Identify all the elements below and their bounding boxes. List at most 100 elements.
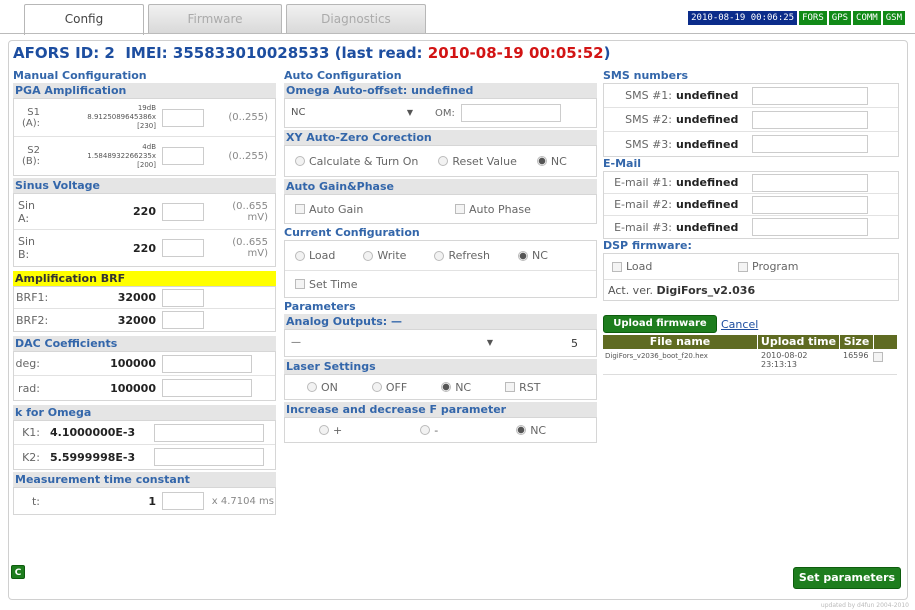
dsp-program-checkbox[interactable]: Program [738, 260, 798, 273]
k-omega-title: k for Omega [13, 405, 276, 420]
radio-icon [295, 250, 305, 261]
radio-icon [420, 425, 431, 435]
col-file-name: File name [649, 335, 711, 348]
s2-db: 4dB [142, 142, 156, 151]
analog-select[interactable]: — ▼ [291, 334, 499, 352]
incdec-nc-radio[interactable]: NC [516, 424, 546, 437]
radio-icon [295, 156, 305, 166]
firmware-table-row: DigiFors_v2036_boot_f20.hex 2010-08-02 2… [603, 349, 897, 375]
current-config-title: Current Configuration [284, 226, 420, 239]
write-radio[interactable]: Write [363, 249, 406, 262]
inc-radio[interactable]: + [319, 424, 342, 437]
tab-diagnostics[interactable]: Diagnostics [286, 4, 426, 34]
status-bar: 2010-08-19 00:06:25 FORS GPS COMM GSM [688, 11, 905, 25]
c-button[interactable]: C [11, 565, 25, 579]
sms1-input[interactable] [752, 86, 868, 105]
sin-a-input[interactable] [162, 202, 204, 221]
email3-input[interactable] [752, 218, 868, 236]
laser-on-radio[interactable]: ON [307, 381, 338, 394]
checkbox-icon [873, 352, 883, 362]
dsp-load-checkbox[interactable]: Load [612, 260, 738, 273]
s2-input[interactable] [162, 147, 204, 165]
email3-value: undefined [676, 220, 739, 234]
chevron-down-icon: ▼ [406, 108, 413, 117]
sms2-label: SMS #2: [625, 113, 672, 126]
laser-off-radio[interactable]: OFF [371, 381, 407, 394]
auto-phase-checkbox[interactable]: Auto Phase [455, 203, 531, 216]
dac-rad-label: rad: [18, 381, 40, 395]
sms3-input[interactable] [752, 135, 868, 153]
xy-calculate-radio[interactable]: Calculate & Turn On [295, 155, 418, 168]
om-input[interactable] [460, 104, 561, 122]
laser-nc-radio[interactable]: NC [441, 381, 471, 394]
checkbox-icon [505, 382, 516, 392]
dsp-title: DSP firmware: [603, 239, 692, 252]
dsp-program-label: Program [752, 260, 799, 273]
brf-title: Amplification BRF [13, 271, 276, 286]
comm-column: SMS numbers SMS #1: undefined SMS #2: un… [603, 69, 899, 375]
dac-rad-input[interactable] [162, 379, 252, 397]
sms-row-1: SMS #1: undefined [604, 84, 898, 108]
file-select-checkbox[interactable] [873, 349, 897, 374]
s2-gain: 4dB 1.5848932266235x [200] [44, 143, 156, 170]
current-nc-radio[interactable]: NC [517, 249, 548, 262]
brf1-input[interactable] [162, 288, 204, 307]
sms2-value: undefined [676, 113, 739, 126]
dac-title: DAC Coefficients [13, 336, 276, 351]
omega-select[interactable]: NC ▼ [291, 104, 419, 122]
pga-title: PGA Amplification [13, 83, 276, 98]
s1-range: (0..255) [228, 112, 268, 123]
footer-credit: updated by d4fun 2004-2010 [820, 602, 909, 609]
gain-phase-box: Auto Gain Auto Phase [284, 194, 597, 224]
xy-nc-radio[interactable]: NC [536, 155, 567, 168]
act-ver-value: DigiFors_v2.036 [656, 283, 756, 297]
upload-firmware-button[interactable]: Upload firmware [603, 315, 717, 333]
gain-phase-row: Auto Gain Auto Phase [285, 195, 596, 223]
email1-input[interactable] [752, 173, 868, 192]
fors-badge: FORS [799, 11, 827, 25]
set-parameters-button[interactable]: Set parameters [793, 567, 901, 589]
page-title: AFORS ID: 2 IMEI: 355833010028533 (last … [13, 44, 610, 62]
analog-outputs-title: Analog Outputs: — [284, 314, 597, 329]
laser-box: ON OFF NC RST [284, 374, 597, 400]
tab-firmware[interactable]: Firmware [148, 4, 282, 34]
omega-select-value: NC [291, 107, 306, 118]
brf-box: BRF1: 32000 BRF2: 32000 [13, 286, 276, 332]
refresh-radio[interactable]: Refresh [434, 249, 490, 262]
manual-config-column: Manual Configuration PGA Amplification S… [13, 69, 276, 515]
brf2-input[interactable] [162, 311, 204, 329]
checkbox-icon [455, 204, 465, 214]
laser-rst-checkbox[interactable]: RST [505, 381, 540, 394]
k1-label: K1: [22, 426, 40, 439]
tab-config[interactable]: Config [24, 4, 144, 35]
firmware-table: File name Upload time Size DigiFors_v203… [603, 335, 897, 375]
gsm-badge: GSM [882, 11, 905, 25]
xy-reset-radio[interactable]: Reset Value [438, 155, 517, 168]
email2-input[interactable] [752, 195, 868, 214]
refresh-label: Refresh [448, 249, 490, 262]
auto-gain-checkbox[interactable]: Auto Gain [295, 203, 455, 216]
sms-box: SMS #1: undefined SMS #2: undefined SMS … [603, 83, 899, 157]
mtc-input[interactable] [162, 492, 204, 510]
email1-label: E-mail #1: [614, 176, 672, 189]
mtc-label: t: [31, 494, 40, 508]
dsp-row: Load Program [604, 254, 898, 280]
firmware-table-header: File name Upload time Size [603, 335, 897, 349]
sin-b-range-2: mV) [247, 248, 268, 259]
manual-config-title: Manual Configuration [13, 69, 147, 82]
cancel-link[interactable]: Cancel [721, 318, 758, 331]
k2-input[interactable] [154, 448, 264, 466]
incdec-title: Increase and decrease F parameter [284, 402, 597, 417]
dac-deg-input[interactable] [162, 354, 252, 373]
s1-db: 19dB [137, 104, 156, 112]
s1-input[interactable] [162, 108, 204, 127]
load-radio[interactable]: Load [295, 249, 335, 262]
dsp-box: Load Program Act. ver. DigiFors_v2.036 [603, 253, 899, 301]
sms2-input[interactable] [752, 110, 868, 129]
auto-gain-label: Auto Gain [309, 202, 364, 216]
sin-b-input[interactable] [162, 239, 204, 257]
dec-radio[interactable]: - [420, 424, 438, 437]
col-select [873, 335, 897, 349]
k1-input[interactable] [154, 423, 264, 442]
set-time-checkbox[interactable]: Set Time [295, 278, 357, 291]
